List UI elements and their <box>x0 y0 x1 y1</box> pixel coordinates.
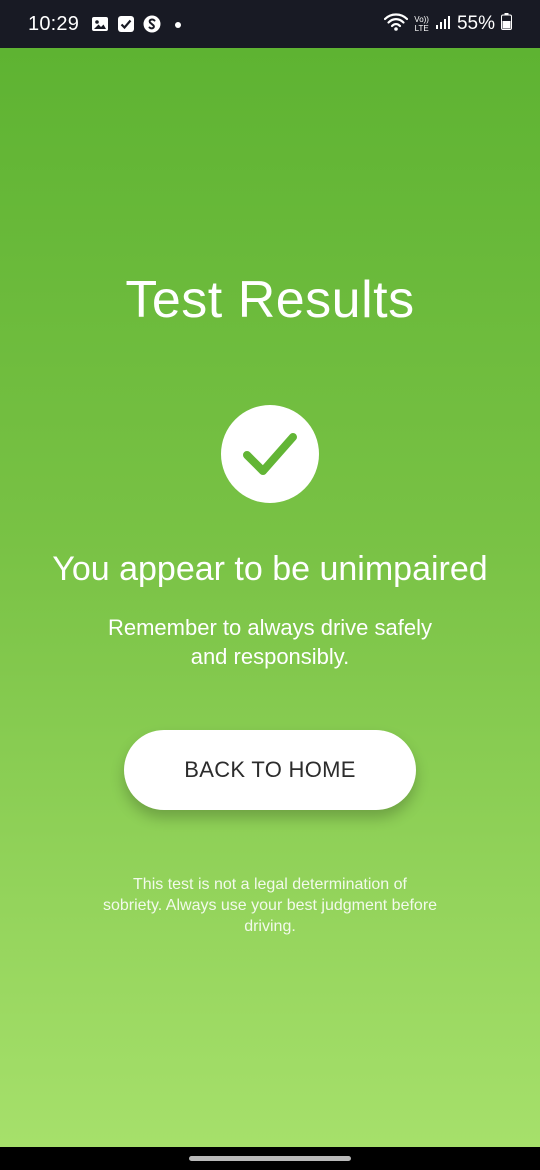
result-subtext-line-2: and responsibly. <box>190 644 350 669</box>
disclaimer-line-1: This test is not a legal determination o… <box>133 876 407 893</box>
result-status-badge <box>221 405 319 503</box>
checkbox-icon <box>117 15 135 33</box>
system-nav-bar <box>0 1147 540 1170</box>
status-bar: 10:29 Vo)) LTE 55% <box>0 0 540 48</box>
checkmark-icon <box>243 433 297 475</box>
status-time: 10:29 <box>28 12 80 35</box>
page-title: Test Results <box>125 271 415 329</box>
signal-icon <box>435 14 451 35</box>
gallery-icon <box>91 15 109 33</box>
wifi-icon <box>384 12 409 37</box>
status-right-group: Vo)) LTE 55% <box>384 12 512 37</box>
volte-top-label: Vo)) <box>414 15 429 24</box>
shazam-icon <box>143 15 161 33</box>
result-headline: You appear to be unimpaired <box>52 550 488 588</box>
results-screen: Test Results You appear to be unimpaired… <box>0 48 540 1147</box>
volte-bottom-label: LTE <box>414 24 429 33</box>
disclaimer-line-3: driving. <box>244 918 296 935</box>
legal-disclaimer: This test is not a legal determination o… <box>70 874 470 937</box>
result-subtext: Remember to always drive safely and resp… <box>70 613 470 671</box>
dot-icon <box>169 15 187 33</box>
home-gesture-handle[interactable] <box>189 1156 351 1161</box>
battery-percent: 55% <box>456 13 495 34</box>
back-to-home-button[interactable]: BACK TO HOME <box>124 730 416 810</box>
status-left-group: 10:29 <box>28 13 187 36</box>
result-subtext-line-1: Remember to always drive safely <box>107 615 432 640</box>
battery-icon <box>501 13 512 35</box>
volte-icon: Vo)) LTE <box>414 15 429 33</box>
disclaimer-line-2: sobriety. Always use your best judgment … <box>102 897 438 914</box>
